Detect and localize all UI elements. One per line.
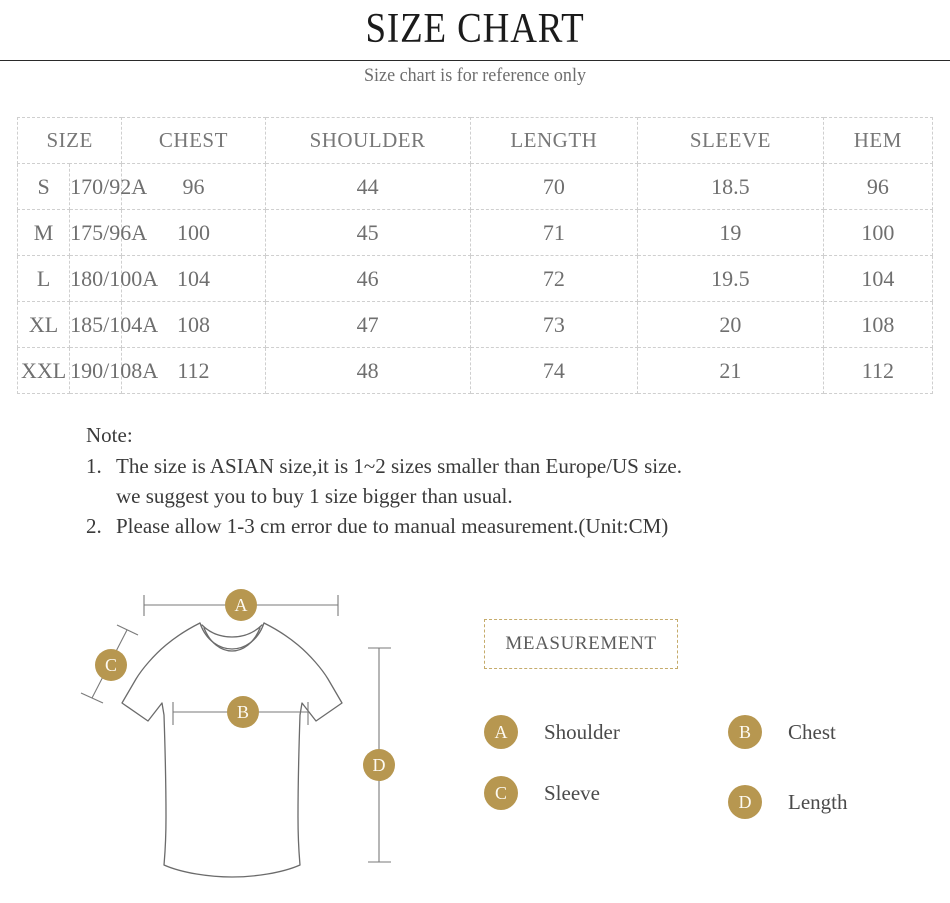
marker-d: D bbox=[363, 749, 395, 781]
cell-sleeve: 20 bbox=[637, 301, 824, 348]
legend-label-sleeve: Sleeve bbox=[544, 780, 600, 805]
table-row: XXL 190/108A 112 48 74 21 112 bbox=[16, 347, 934, 394]
table-header-chest: CHEST bbox=[121, 117, 266, 164]
cell-size-label: XL bbox=[16, 301, 71, 348]
note-line: The size is ASIAN size,it is 1~2 sizes s… bbox=[116, 454, 683, 478]
table-header-length: LENGTH bbox=[469, 117, 639, 164]
cell-hem: 108 bbox=[822, 301, 934, 348]
cell-sleeve: 21 bbox=[637, 347, 824, 394]
cell-length: 74 bbox=[469, 347, 639, 394]
cell-length: 73 bbox=[469, 301, 639, 348]
table-row: S 170/92A 96 44 70 18.5 96 bbox=[16, 163, 934, 210]
page-title: SIZE CHART bbox=[365, 6, 585, 52]
note-number: 1. bbox=[86, 454, 102, 478]
cell-hem: 112 bbox=[822, 347, 934, 394]
cell-sleeve: 18.5 bbox=[637, 163, 824, 210]
cell-length: 71 bbox=[469, 209, 639, 256]
measurement-legend: A Shoulder B Chest C Sleeve D Length bbox=[484, 715, 894, 835]
cell-sleeve: 19.5 bbox=[637, 255, 824, 302]
cell-size-code: 175/96A bbox=[69, 209, 147, 256]
note-number: 2. bbox=[86, 514, 102, 538]
marker-b: B bbox=[227, 696, 259, 728]
tshirt-diagram: A B C D bbox=[70, 585, 430, 903]
cell-shoulder: 47 bbox=[264, 301, 471, 348]
title-divider bbox=[0, 60, 950, 61]
cell-size-code: 185/104A bbox=[69, 301, 158, 348]
legend-label-chest: Chest bbox=[788, 719, 836, 744]
cell-size-code: 170/92A bbox=[69, 163, 147, 210]
note-text: The size is ASIAN size,it is 1~2 sizes s… bbox=[116, 451, 906, 511]
legend-label-length: Length bbox=[788, 789, 848, 814]
cell-size-label: M bbox=[16, 209, 71, 256]
cell-hem: 100 bbox=[822, 209, 934, 256]
cell-length: 72 bbox=[469, 255, 639, 302]
legend-item-sleeve: C Sleeve bbox=[484, 776, 600, 810]
marker-d-label: D bbox=[373, 755, 386, 775]
size-table-container: SIZE CHEST SHOULDER LENGTH SLEEVE HEM S … bbox=[16, 117, 934, 394]
legend-badge-a: A bbox=[484, 715, 518, 749]
note-text: Please allow 1-3 cm error due to manual … bbox=[116, 511, 906, 541]
table-row: L 180/100A 104 46 72 19.5 104 bbox=[16, 255, 934, 302]
table-header-sleeve: SLEEVE bbox=[637, 117, 824, 164]
note-item: 2. Please allow 1-3 cm error due to manu… bbox=[86, 511, 906, 541]
cell-hem: 96 bbox=[822, 163, 934, 210]
cell-length: 70 bbox=[469, 163, 639, 210]
measurement-box: MEASUREMENT bbox=[484, 619, 678, 669]
marker-c-label: C bbox=[105, 655, 117, 675]
cell-shoulder: 44 bbox=[264, 163, 471, 210]
note-block: Note: 1. The size is ASIAN size,it is 1~… bbox=[86, 420, 906, 541]
dimension-tick-c-bottom bbox=[80, 692, 104, 704]
marker-b-label: B bbox=[237, 702, 249, 722]
cell-size-code: 190/108A bbox=[69, 347, 158, 394]
legend-label-shoulder: Shoulder bbox=[544, 719, 620, 744]
dimension-tick-c-top bbox=[116, 624, 139, 636]
legend-item-length: D Length bbox=[728, 785, 847, 819]
table-header-size: SIZE bbox=[16, 117, 123, 164]
cell-size-label: S bbox=[16, 163, 71, 210]
cell-sleeve: 19 bbox=[637, 209, 824, 256]
table-row: M 175/96A 100 45 71 19 100 bbox=[16, 209, 934, 256]
cell-hem: 104 bbox=[822, 255, 934, 302]
marker-c: C bbox=[95, 649, 127, 681]
cell-size-label: L bbox=[16, 255, 71, 302]
page-header: SIZE CHART Size chart is for reference o… bbox=[0, 0, 950, 100]
note-title: Note: bbox=[86, 423, 133, 447]
note-line: we suggest you to buy 1 size bigger than… bbox=[116, 484, 513, 508]
legend-badge-d: D bbox=[728, 785, 762, 819]
table-row: XL 185/104A 108 47 73 20 108 bbox=[16, 301, 934, 348]
table-header-hem: HEM bbox=[822, 117, 934, 164]
table-header-row: SIZE CHEST SHOULDER LENGTH SLEEVE HEM bbox=[16, 117, 934, 164]
size-table: SIZE CHEST SHOULDER LENGTH SLEEVE HEM S … bbox=[16, 117, 934, 394]
cell-size-label: XXL bbox=[16, 347, 71, 394]
marker-a-label: A bbox=[235, 595, 248, 615]
cell-shoulder: 45 bbox=[264, 209, 471, 256]
page-subtitle: Size chart is for reference only bbox=[363, 65, 587, 86]
legend-item-chest: B Chest bbox=[728, 715, 836, 749]
cell-shoulder: 46 bbox=[264, 255, 471, 302]
cell-shoulder: 48 bbox=[264, 347, 471, 394]
measurement-box-label: MEASUREMENT bbox=[505, 633, 657, 654]
marker-a: A bbox=[225, 589, 257, 621]
tshirt-outline-icon bbox=[121, 622, 343, 878]
legend-item-shoulder: A Shoulder bbox=[484, 715, 620, 749]
note-item: 1. The size is ASIAN size,it is 1~2 size… bbox=[86, 451, 906, 511]
note-line: Please allow 1-3 cm error due to manual … bbox=[116, 514, 669, 538]
legend-badge-b: B bbox=[728, 715, 762, 749]
cell-size-code: 180/100A bbox=[69, 255, 158, 302]
table-header-shoulder: SHOULDER bbox=[264, 117, 471, 164]
legend-badge-c: C bbox=[484, 776, 518, 810]
